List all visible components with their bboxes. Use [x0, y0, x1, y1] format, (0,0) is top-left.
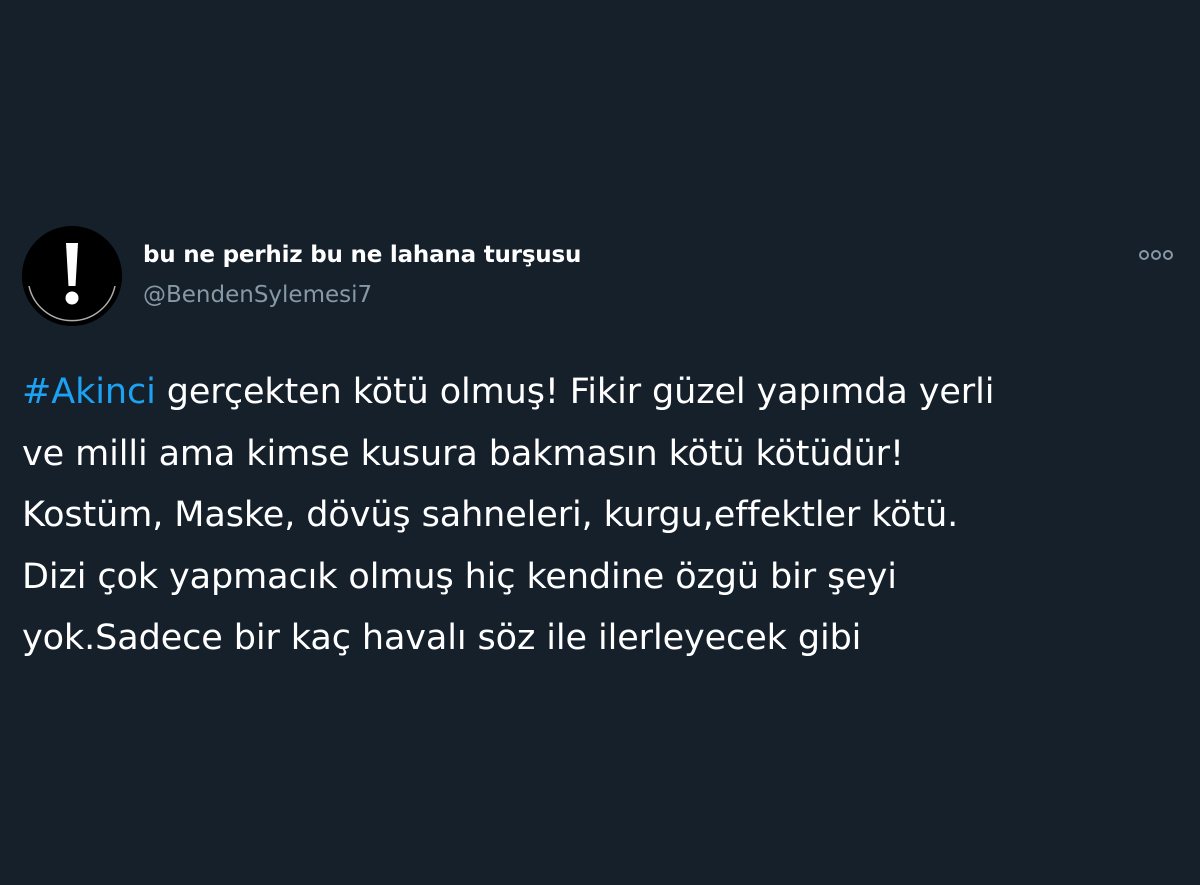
avatar[interactable] [22, 226, 122, 326]
more-options-button[interactable] [1136, 242, 1176, 268]
more-options-icon [1139, 250, 1173, 260]
tweet-body: gerçekten kötü olmuş! Fikir güzel yapımd… [22, 372, 995, 658]
exclamation-icon [22, 226, 122, 326]
author-display-name[interactable]: bu ne perhiz bu ne lahana turşusu [143, 242, 581, 268]
author-handle[interactable]: @BendenSylemesi7 [143, 282, 372, 308]
tweet-text: #Akinci gerçekten kötü olmuş! Fikir güze… [22, 362, 1172, 670]
hashtag-link[interactable]: #Akinci [22, 372, 156, 412]
